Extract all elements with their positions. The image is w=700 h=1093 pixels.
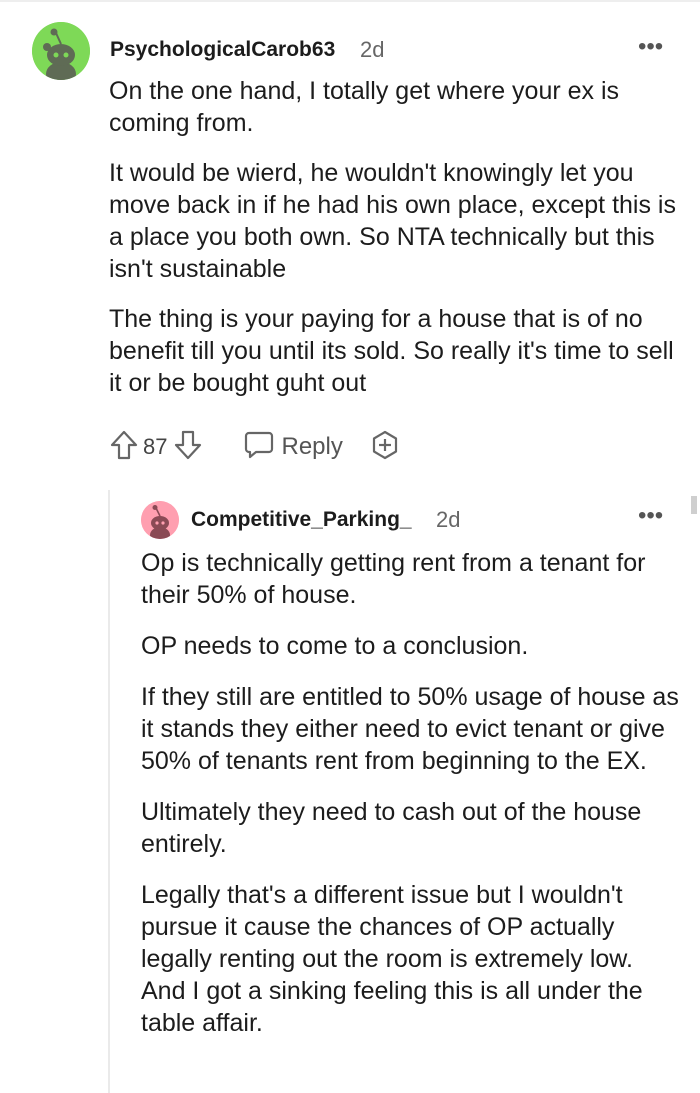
- comment-paragraph: It would be wierd, he wouldn't knowingly…: [109, 159, 676, 283]
- reply-label: Reply: [281, 433, 343, 460]
- reply-button[interactable]: Reply: [243, 430, 343, 465]
- user-avatar[interactable]: [32, 22, 90, 80]
- vote-count: 87: [143, 434, 168, 459]
- comment-paragraph: The thing is your paying for a house tha…: [109, 305, 674, 397]
- more-options-icon[interactable]: •••: [638, 502, 663, 530]
- comment-paragraph: Ultimately they need to cash out of the …: [141, 798, 642, 858]
- comment-username[interactable]: PsychologicalCarob63: [110, 38, 335, 62]
- snoo-avatar-icon: [141, 501, 179, 539]
- comment-action-bar: 87 Reply: [109, 427, 401, 467]
- user-avatar[interactable]: [141, 501, 179, 539]
- comment-age: 2d: [360, 37, 385, 62]
- comment-paragraph: Legally that's a different issue but I w…: [141, 881, 643, 1037]
- comment-body: On the one hand, I totally get where you…: [109, 75, 684, 417]
- award-button[interactable]: [369, 429, 401, 466]
- more-options-icon[interactable]: •••: [638, 33, 663, 61]
- arrow-up-icon[interactable]: [109, 429, 139, 466]
- thread-line[interactable]: [108, 490, 110, 1093]
- snoo-avatar-icon: [32, 22, 90, 80]
- comment-age: 2d: [436, 507, 461, 532]
- comment-paragraph: OP needs to come to a conclusion.: [141, 632, 529, 660]
- comment-paragraph: On the one hand, I totally get where you…: [109, 77, 620, 137]
- award-plus-icon: [369, 429, 401, 466]
- comment-paragraph: Op is technically getting rent from a te…: [141, 549, 646, 609]
- scrollbar-thumb[interactable]: [691, 496, 697, 514]
- top-divider: [0, 0, 700, 2]
- comment-username[interactable]: Competitive_Parking_: [191, 508, 412, 532]
- comment-body: Op is technically getting rent from a te…: [141, 547, 681, 1058]
- arrow-down-icon[interactable]: [173, 429, 203, 466]
- speech-bubble-icon: [243, 430, 275, 465]
- comment-paragraph: If they still are entitled to 50% usage …: [141, 683, 679, 775]
